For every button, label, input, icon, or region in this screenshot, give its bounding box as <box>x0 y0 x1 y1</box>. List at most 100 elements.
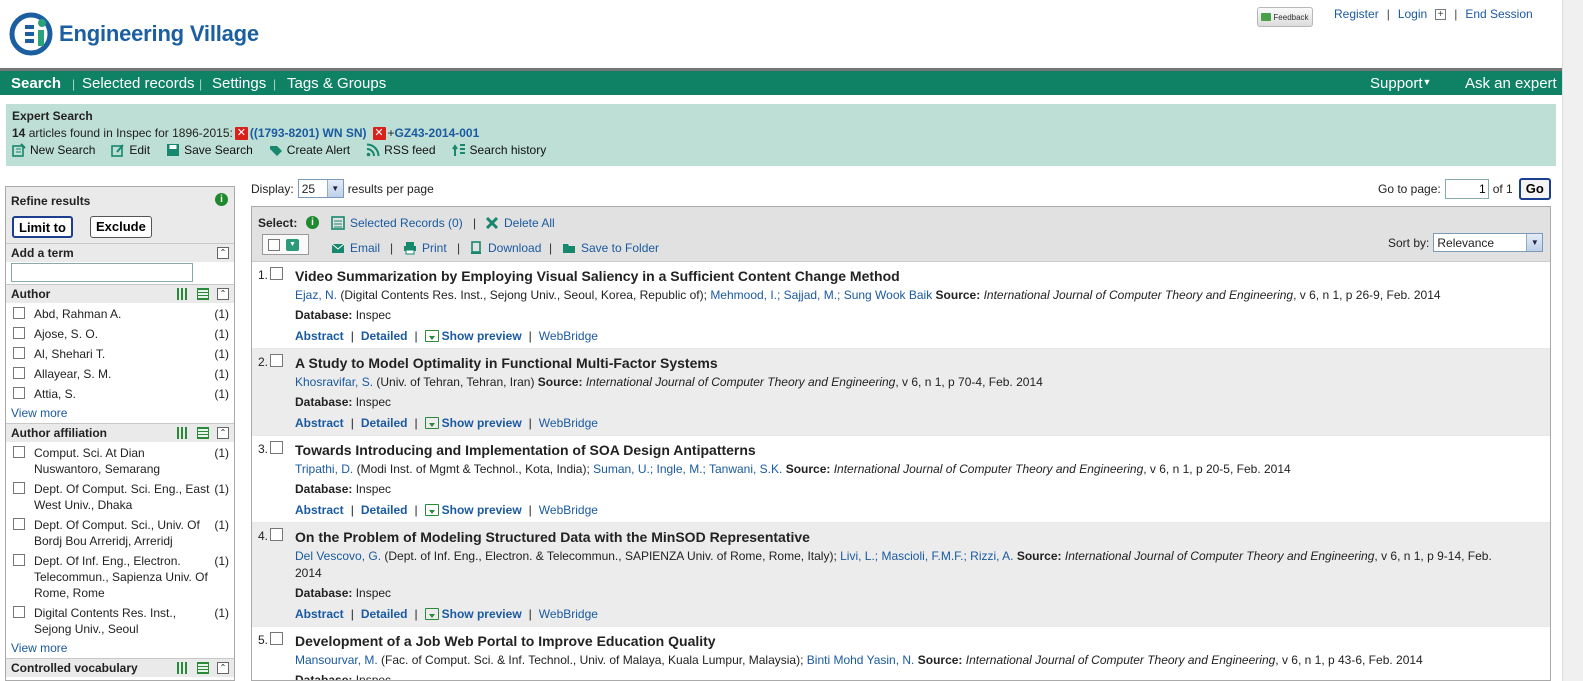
info-icon[interactable]: i <box>215 193 228 206</box>
collapse-icon[interactable]: ⌃ <box>217 427 229 439</box>
feedback-button[interactable]: Feedback <box>1257 7 1313 27</box>
facet-item[interactable]: Al, Shehari T. (1) <box>11 346 229 362</box>
facet-item[interactable]: Digital Contents Res. Inst., Sejong Univ… <box>11 605 229 637</box>
export-table-icon[interactable] <box>197 288 209 300</box>
detailed-link[interactable]: Detailed <box>361 502 408 519</box>
save-to-folder-link[interactable]: Save to Folder <box>562 241 659 255</box>
result-checkbox[interactable] <box>270 528 283 541</box>
nav-support[interactable]: Support▼ <box>1370 75 1431 92</box>
facet-checkbox[interactable] <box>13 554 25 566</box>
facet-checkbox[interactable] <box>13 482 25 494</box>
nav-selected-records[interactable]: Selected records <box>82 75 195 92</box>
facet-item[interactable]: Allayear, S. M. (1) <box>11 366 229 382</box>
facet-checkbox[interactable] <box>13 367 25 379</box>
facet-item[interactable]: Dept. Of Comput. Sci. Eng., East West Un… <box>11 481 229 513</box>
co-authors-links[interactable]: Livi, L.; Mascioli, F.M.F.; Rizzi, A. <box>840 549 1013 563</box>
webbridge-link[interactable]: WebBridge <box>539 415 598 432</box>
expand-login-icon[interactable]: + <box>1435 8 1447 20</box>
collapse-icon[interactable]: ⌃ <box>217 288 229 300</box>
facet-checkbox[interactable] <box>13 347 25 359</box>
show-preview-link[interactable]: Show preview <box>424 502 522 519</box>
facet-checkbox[interactable] <box>13 387 25 399</box>
affiliation-view-more-link[interactable]: View more <box>6 641 234 658</box>
co-authors-links[interactable]: Suman, U.; Ingle, M.; Tanwani, S.K. <box>593 462 782 476</box>
chevron-down-icon[interactable]: ▼ <box>286 238 299 251</box>
co-authors-links[interactable]: Binti Mohd Yasin, N. <box>807 653 915 667</box>
go-button[interactable]: Go <box>1518 178 1551 200</box>
facet-checkbox[interactable] <box>13 307 25 319</box>
limit-to-button[interactable]: Limit to <box>12 216 73 238</box>
search-term-1[interactable]: ((1793-8201) WN SN) <box>250 126 367 140</box>
save-search-action[interactable]: Save Search <box>166 143 253 157</box>
nav-settings[interactable]: Settings <box>212 75 266 92</box>
detailed-link[interactable]: Detailed <box>361 328 408 345</box>
abstract-link[interactable]: Abstract <box>295 502 344 519</box>
login-link[interactable]: Login <box>1398 7 1427 21</box>
info-icon[interactable]: i <box>306 216 319 229</box>
end-session-link[interactable]: End Session <box>1465 7 1532 21</box>
first-author-link[interactable]: Del Vescovo, G. <box>295 549 381 563</box>
webbridge-link[interactable]: WebBridge <box>539 502 598 519</box>
rss-feed-action[interactable]: RSS feed <box>366 143 436 157</box>
search-history-action[interactable]: Search history <box>451 143 546 157</box>
goto-page-input[interactable] <box>1444 179 1489 199</box>
create-alert-action[interactable]: Create Alert <box>269 143 350 157</box>
facet-item[interactable]: Abd, Rahman A. (1) <box>11 306 229 322</box>
first-author-link[interactable]: Mansourvar, M. <box>295 653 378 667</box>
first-author-link[interactable]: Ejaz, N. <box>295 288 337 302</box>
detailed-link[interactable]: Detailed <box>361 606 408 623</box>
facet-item[interactable]: Ajose, S. O. (1) <box>11 326 229 342</box>
webbridge-link[interactable]: WebBridge <box>539 328 598 345</box>
result-checkbox[interactable] <box>270 267 283 280</box>
results-per-page-select[interactable]: 25 ▼ <box>297 179 344 198</box>
chart-icon[interactable] <box>177 662 189 674</box>
author-view-more-link[interactable]: View more <box>6 406 234 423</box>
new-search-action[interactable]: New Search <box>12 143 95 157</box>
export-table-icon[interactable] <box>197 662 209 674</box>
exclude-button[interactable]: Exclude <box>90 216 152 238</box>
facet-item[interactable]: Dept. Of Comput. Sci., Univ. Of Bordj Bo… <box>11 517 229 549</box>
first-author-link[interactable]: Tripathi, D. <box>295 462 353 476</box>
result-checkbox[interactable] <box>270 354 283 367</box>
facet-checkbox[interactable] <box>13 446 25 458</box>
logo[interactable]: Engineering Village <box>9 12 259 56</box>
show-preview-link[interactable]: Show preview <box>424 606 522 623</box>
register-link[interactable]: Register <box>1334 7 1379 21</box>
chart-icon[interactable] <box>177 427 189 439</box>
email-link[interactable]: Email <box>331 241 380 255</box>
select-all-dropdown[interactable]: ▼ <box>262 234 309 255</box>
abstract-link[interactable]: Abstract <box>295 606 344 623</box>
result-checkbox[interactable] <box>270 632 283 645</box>
result-title[interactable]: Video Summarization by Employing Visual … <box>295 267 1510 285</box>
download-link[interactable]: Download <box>469 241 541 255</box>
result-title[interactable]: Development of a Job Web Portal to Impro… <box>295 632 1510 650</box>
page-scrollbar[interactable] <box>1562 0 1583 681</box>
sort-select[interactable]: Relevance ▼ <box>1433 233 1544 252</box>
show-preview-link[interactable]: Show preview <box>424 415 522 432</box>
chart-icon[interactable] <box>177 288 189 300</box>
collapse-icon[interactable]: ⌃ <box>217 662 229 674</box>
abstract-link[interactable]: Abstract <box>295 328 344 345</box>
facet-item[interactable]: Attia, S. (1) <box>11 386 229 402</box>
search-term-2[interactable]: GZ43-2014-001 <box>395 126 480 140</box>
nav-tags-groups[interactable]: Tags & Groups <box>287 75 386 92</box>
show-preview-link[interactable]: Show preview <box>424 328 522 345</box>
edit-action[interactable]: Edit <box>111 143 150 157</box>
add-term-input[interactable] <box>11 263 193 282</box>
first-author-link[interactable]: Khosravifar, S. <box>295 375 373 389</box>
print-link[interactable]: Print <box>403 241 447 255</box>
webbridge-link[interactable]: WebBridge <box>539 606 598 623</box>
remove-term-icon[interactable]: ✕ <box>234 126 248 140</box>
result-checkbox[interactable] <box>270 441 283 454</box>
co-authors-links[interactable]: Mehmood, I.; Sajjad, M.; Sung Wook Baik <box>710 288 932 302</box>
abstract-link[interactable]: Abstract <box>295 415 344 432</box>
delete-all-link[interactable]: Delete All <box>485 216 555 230</box>
result-title[interactable]: Towards Introducing and Implementation o… <box>295 441 1510 459</box>
facet-item[interactable]: Comput. Sci. At Dian Nuswantoro, Semaran… <box>11 445 229 477</box>
facet-checkbox[interactable] <box>13 518 25 530</box>
facet-item[interactable]: Dept. Of Inf. Eng., Electron. Telecommun… <box>11 553 229 601</box>
facet-checkbox[interactable] <box>13 606 25 618</box>
nav-ask-expert[interactable]: Ask an expert <box>1465 75 1557 92</box>
result-title[interactable]: A Study to Model Optimality in Functiona… <box>295 354 1510 372</box>
nav-search[interactable]: Search <box>11 75 61 92</box>
